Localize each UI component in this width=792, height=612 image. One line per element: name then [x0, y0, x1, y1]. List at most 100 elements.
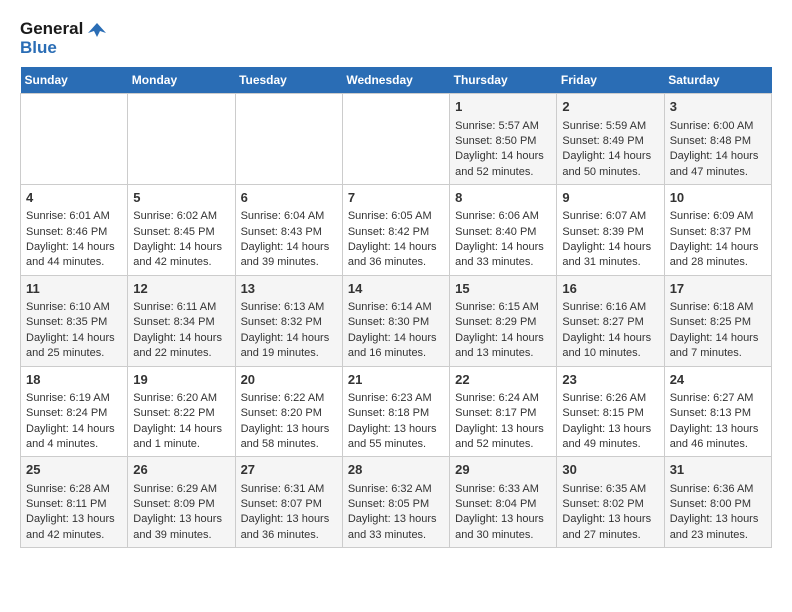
day-info: Sunrise: 6:23 AM — [348, 391, 444, 406]
day-info: Sunrise: 6:24 AM — [455, 391, 551, 406]
logo-text: General Blue — [20, 20, 106, 57]
day-info: Sunrise: 6:13 AM — [241, 300, 337, 315]
day-number: 27 — [241, 461, 337, 479]
day-info: and 46 minutes. — [670, 437, 766, 452]
day-info: Sunrise: 6:14 AM — [348, 300, 444, 315]
day-info: Sunrise: 6:10 AM — [26, 300, 122, 315]
day-info: Sunset: 8:18 PM — [348, 406, 444, 421]
calendar-cell: 22Sunrise: 6:24 AMSunset: 8:17 PMDayligh… — [450, 366, 557, 457]
calendar-cell: 19Sunrise: 6:20 AMSunset: 8:22 PMDayligh… — [128, 366, 235, 457]
calendar-cell: 3Sunrise: 6:00 AMSunset: 8:48 PMDaylight… — [664, 94, 771, 185]
logo-bird-icon — [88, 21, 106, 39]
day-number: 3 — [670, 98, 766, 116]
calendar-cell: 29Sunrise: 6:33 AMSunset: 8:04 PMDayligh… — [450, 457, 557, 548]
day-info: and 36 minutes. — [348, 255, 444, 270]
calendar-cell: 31Sunrise: 6:36 AMSunset: 8:00 PMDayligh… — [664, 457, 771, 548]
calendar-week-5: 25Sunrise: 6:28 AMSunset: 8:11 PMDayligh… — [21, 457, 772, 548]
day-info: Sunset: 8:30 PM — [348, 315, 444, 330]
day-info: Sunset: 8:05 PM — [348, 497, 444, 512]
day-info: Daylight: 14 hours — [455, 149, 551, 164]
day-info: and 7 minutes. — [670, 346, 766, 361]
day-info: Daylight: 14 hours — [455, 240, 551, 255]
day-info: and 16 minutes. — [348, 346, 444, 361]
day-info: Sunrise: 6:04 AM — [241, 209, 337, 224]
day-info: Sunrise: 6:09 AM — [670, 209, 766, 224]
day-info: Sunset: 8:22 PM — [133, 406, 229, 421]
day-info: Sunrise: 6:01 AM — [26, 209, 122, 224]
day-info: Daylight: 14 hours — [241, 331, 337, 346]
day-info: and 27 minutes. — [562, 528, 658, 543]
day-info: Daylight: 14 hours — [562, 149, 658, 164]
calendar-week-4: 18Sunrise: 6:19 AMSunset: 8:24 PMDayligh… — [21, 366, 772, 457]
day-info: Sunrise: 6:16 AM — [562, 300, 658, 315]
calendar-cell: 5Sunrise: 6:02 AMSunset: 8:45 PMDaylight… — [128, 185, 235, 276]
day-info: Daylight: 14 hours — [670, 240, 766, 255]
day-info: Daylight: 13 hours — [670, 422, 766, 437]
day-number: 1 — [455, 98, 551, 116]
day-number: 26 — [133, 461, 229, 479]
day-info: and 10 minutes. — [562, 346, 658, 361]
day-number: 11 — [26, 280, 122, 298]
calendar-week-2: 4Sunrise: 6:01 AMSunset: 8:46 PMDaylight… — [21, 185, 772, 276]
calendar-cell: 2Sunrise: 5:59 AMSunset: 8:49 PMDaylight… — [557, 94, 664, 185]
day-info: and 39 minutes. — [241, 255, 337, 270]
day-info: Sunset: 8:07 PM — [241, 497, 337, 512]
day-info: Daylight: 14 hours — [670, 331, 766, 346]
day-info: Daylight: 13 hours — [455, 422, 551, 437]
day-info: and 50 minutes. — [562, 165, 658, 180]
day-info: and 33 minutes. — [455, 255, 551, 270]
day-info: Sunset: 8:34 PM — [133, 315, 229, 330]
weekday-header-friday: Friday — [557, 67, 664, 94]
day-info: Sunset: 8:48 PM — [670, 134, 766, 149]
day-number: 17 — [670, 280, 766, 298]
calendar-week-1: 1Sunrise: 5:57 AMSunset: 8:50 PMDaylight… — [21, 94, 772, 185]
day-info: and 49 minutes. — [562, 437, 658, 452]
calendar-table: SundayMondayTuesdayWednesdayThursdayFrid… — [20, 67, 772, 548]
day-info: Daylight: 14 hours — [455, 331, 551, 346]
weekday-header-monday: Monday — [128, 67, 235, 94]
day-info: Daylight: 13 hours — [26, 512, 122, 527]
calendar-cell — [21, 94, 128, 185]
day-info: Daylight: 14 hours — [670, 149, 766, 164]
day-info: and 22 minutes. — [133, 346, 229, 361]
day-info: Daylight: 14 hours — [26, 422, 122, 437]
day-info: and 52 minutes. — [455, 437, 551, 452]
day-info: Sunrise: 6:18 AM — [670, 300, 766, 315]
weekday-header-thursday: Thursday — [450, 67, 557, 94]
page-header: General Blue — [20, 20, 772, 57]
day-info: and 36 minutes. — [241, 528, 337, 543]
day-info: Sunset: 8:13 PM — [670, 406, 766, 421]
day-info: Sunset: 8:15 PM — [562, 406, 658, 421]
calendar-week-3: 11Sunrise: 6:10 AMSunset: 8:35 PMDayligh… — [21, 275, 772, 366]
calendar-cell: 1Sunrise: 5:57 AMSunset: 8:50 PMDaylight… — [450, 94, 557, 185]
day-number: 8 — [455, 189, 551, 207]
day-info: Sunset: 8:45 PM — [133, 225, 229, 240]
day-info: and 28 minutes. — [670, 255, 766, 270]
day-info: and 13 minutes. — [455, 346, 551, 361]
weekday-header-tuesday: Tuesday — [235, 67, 342, 94]
day-number: 14 — [348, 280, 444, 298]
calendar-cell: 13Sunrise: 6:13 AMSunset: 8:32 PMDayligh… — [235, 275, 342, 366]
day-number: 20 — [241, 371, 337, 389]
day-info: Daylight: 13 hours — [133, 512, 229, 527]
day-info: and 44 minutes. — [26, 255, 122, 270]
day-number: 4 — [26, 189, 122, 207]
day-number: 15 — [455, 280, 551, 298]
day-info: Sunrise: 5:59 AM — [562, 119, 658, 134]
day-number: 31 — [670, 461, 766, 479]
day-info: Sunset: 8:32 PM — [241, 315, 337, 330]
day-info: Sunset: 8:25 PM — [670, 315, 766, 330]
day-info: Daylight: 14 hours — [133, 331, 229, 346]
day-info: Sunset: 8:24 PM — [26, 406, 122, 421]
day-number: 19 — [133, 371, 229, 389]
day-info: Sunset: 8:11 PM — [26, 497, 122, 512]
day-info: Sunrise: 6:36 AM — [670, 482, 766, 497]
day-info: Sunrise: 6:11 AM — [133, 300, 229, 315]
calendar-cell: 12Sunrise: 6:11 AMSunset: 8:34 PMDayligh… — [128, 275, 235, 366]
day-info: Sunrise: 6:06 AM — [455, 209, 551, 224]
day-info: Daylight: 13 hours — [562, 422, 658, 437]
day-info: Sunset: 8:50 PM — [455, 134, 551, 149]
day-number: 18 — [26, 371, 122, 389]
calendar-cell — [342, 94, 449, 185]
day-info: Sunset: 8:04 PM — [455, 497, 551, 512]
